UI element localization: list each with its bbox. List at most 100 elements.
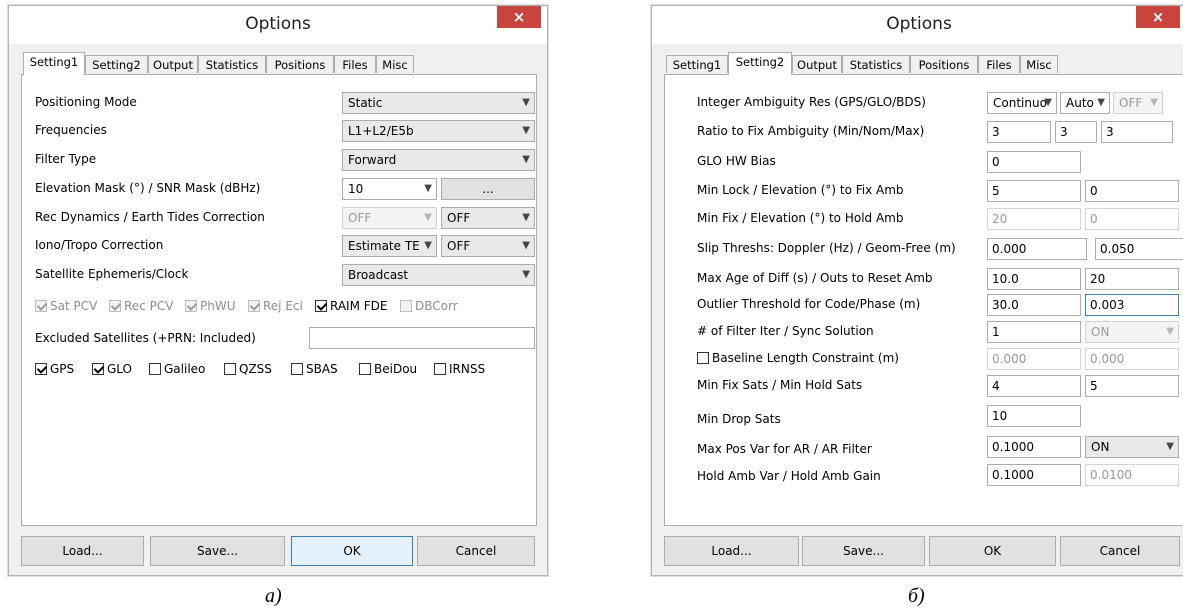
- hold-amb-gain-input[interactable]: 0.0100: [1085, 464, 1179, 486]
- tab-positions[interactable]: Positions: [910, 55, 978, 73]
- tab-output[interactable]: Output: [792, 55, 842, 73]
- qzss-checkbox[interactable]: QZSS: [224, 362, 272, 376]
- baseline-sigma-input[interactable]: 0.000: [1085, 348, 1179, 370]
- ambiguity-res-gps-select[interactable]: Continuo ▼: [987, 92, 1057, 114]
- ok-button[interactable]: OK: [929, 536, 1056, 566]
- tab-output[interactable]: Output: [148, 55, 198, 73]
- cancel-button[interactable]: Cancel: [417, 536, 535, 566]
- phwu-checkbox[interactable]: PhWU: [185, 299, 236, 313]
- checkbox-icon: [35, 300, 47, 312]
- checkbox-icon: [697, 352, 709, 364]
- tab-setting1[interactable]: Setting1: [666, 55, 728, 73]
- window-title: Options: [886, 14, 952, 34]
- iono-correction-value: Estimate TE: [348, 239, 420, 253]
- elevation-fix-amb-input[interactable]: 0: [1085, 180, 1179, 202]
- tab-setting2[interactable]: Setting2: [85, 55, 148, 73]
- tab-setting2[interactable]: Setting2: [728, 52, 792, 75]
- glo-hw-bias-input[interactable]: 0: [987, 151, 1081, 173]
- snr-mask-button[interactable]: ...: [441, 178, 535, 200]
- ratio-fix-max-input[interactable]: 3: [1101, 121, 1173, 143]
- ephemeris-select[interactable]: Broadcast ▼: [342, 264, 535, 286]
- outlier-code-input[interactable]: 30.0: [987, 294, 1081, 316]
- load-button[interactable]: Load...: [21, 536, 144, 566]
- max-pos-var-input[interactable]: 0.1000: [987, 436, 1081, 458]
- load-button[interactable]: Load...: [664, 536, 799, 566]
- tab-setting1[interactable]: Setting1: [23, 52, 85, 75]
- sbas-checkbox[interactable]: SBAS: [291, 362, 338, 376]
- min-lock-label: Min Lock / Elevation (°) to Fix Amb: [697, 183, 904, 197]
- min-sats-label: Min Fix Sats / Min Hold Sats: [697, 378, 863, 392]
- sync-solution-select[interactable]: ON ▼: [1085, 321, 1179, 343]
- filter-type-select[interactable]: Forward ▼: [342, 149, 535, 171]
- max-age-label: Max Age of Diff (s) / Outs to Reset Amb: [697, 271, 933, 285]
- ambiguity-res-glo-value: Auto: [1066, 96, 1094, 110]
- positioning-mode-select[interactable]: Static ▼: [342, 92, 535, 114]
- close-button[interactable]: ×: [1136, 6, 1180, 28]
- baseline-constraint-checkbox[interactable]: Baseline Length Constraint (m): [697, 351, 899, 365]
- title-bar[interactable]: Options ×: [9, 6, 547, 44]
- slip-geom-free-input[interactable]: 0.050: [1095, 238, 1183, 260]
- elevation-mask-label: Elevation Mask (°) / SNR Mask (dBHz): [35, 181, 261, 195]
- tab-files[interactable]: Files: [334, 55, 376, 73]
- glo-checkbox[interactable]: GLO: [92, 362, 132, 376]
- tab-files[interactable]: Files: [978, 55, 1020, 73]
- tab-misc[interactable]: Misc: [376, 55, 414, 73]
- rec-dynamics-select[interactable]: OFF ▼: [342, 207, 437, 229]
- title-bar[interactable]: Options ×: [652, 6, 1183, 44]
- ambiguity-res-gps-value: Continuo: [993, 96, 1047, 110]
- hold-amb-var-input[interactable]: 0.1000: [987, 464, 1081, 486]
- min-fix-input[interactable]: 20: [987, 208, 1081, 230]
- sat-pcv-checkbox[interactable]: Sat PCV: [35, 299, 97, 313]
- elevation-hold-amb-input[interactable]: 0: [1085, 208, 1179, 230]
- close-button[interactable]: ×: [497, 6, 541, 28]
- raim-fde-checkbox[interactable]: RAIM FDE: [315, 299, 388, 313]
- min-drop-input[interactable]: 10: [987, 405, 1081, 427]
- irnss-checkbox[interactable]: IRNSS: [434, 362, 485, 376]
- options-dialog-setting1: Options × Setting1 Setting2 Output Stati…: [8, 5, 548, 576]
- tab-positions[interactable]: Positions: [266, 55, 334, 73]
- slip-doppler-input[interactable]: 0.000: [987, 238, 1087, 260]
- tropo-correction-select[interactable]: OFF ▼: [441, 235, 535, 257]
- frequencies-select[interactable]: L1+L2/E5b ▼: [342, 120, 535, 142]
- save-button[interactable]: Save...: [150, 536, 285, 566]
- outlier-phase-input[interactable]: 0.003: [1085, 294, 1179, 316]
- iono-correction-select[interactable]: Estimate TE ▼: [342, 235, 437, 257]
- galileo-checkbox[interactable]: Galileo: [149, 362, 205, 376]
- ratio-fix-nom-input[interactable]: 3: [1055, 121, 1097, 143]
- sync-solution-value: ON: [1091, 325, 1110, 339]
- rej-ecl-checkbox[interactable]: Rej Ecl: [248, 299, 303, 313]
- save-button[interactable]: Save...: [802, 536, 925, 566]
- rec-pcv-checkbox[interactable]: Rec PCV: [109, 299, 173, 313]
- ok-button[interactable]: OK: [291, 536, 413, 566]
- elevation-mask-select[interactable]: 10 ▼: [342, 178, 437, 200]
- galileo-label: Galileo: [164, 362, 206, 376]
- chevron-down-icon: ▼: [1044, 97, 1052, 108]
- tab-statistics[interactable]: Statistics: [198, 55, 266, 73]
- min-lock-input[interactable]: 5: [987, 180, 1081, 202]
- min-fix-sats-input[interactable]: 4: [987, 375, 1081, 397]
- earth-tides-select[interactable]: OFF ▼: [441, 207, 535, 229]
- tab-misc[interactable]: Misc: [1020, 55, 1058, 73]
- beidou-label: BeiDou: [374, 362, 418, 376]
- excluded-satellites-input[interactable]: [309, 327, 535, 349]
- ratio-fix-min-input[interactable]: 3: [987, 121, 1051, 143]
- ar-filter-select[interactable]: ON ▼: [1085, 436, 1179, 458]
- filter-iter-input[interactable]: 1: [987, 321, 1081, 343]
- max-age-input[interactable]: 10.0: [987, 268, 1081, 290]
- checkbox-icon: [359, 363, 371, 375]
- tab-statistics[interactable]: Statistics: [842, 55, 910, 73]
- ambiguity-res-glo-select[interactable]: Auto ▼: [1060, 92, 1110, 114]
- beidou-checkbox[interactable]: BeiDou: [359, 362, 417, 376]
- cancel-button[interactable]: Cancel: [1060, 536, 1180, 566]
- ambiguity-res-bds-value: OFF: [1119, 96, 1143, 110]
- min-hold-sats-input[interactable]: 5: [1085, 375, 1179, 397]
- outs-reset-amb-input[interactable]: 20: [1085, 268, 1179, 290]
- outlier-label: Outlier Threshold for Code/Phase (m): [697, 297, 921, 311]
- baseline-length-input[interactable]: 0.000: [987, 348, 1081, 370]
- gps-checkbox[interactable]: GPS: [35, 362, 74, 376]
- window-title: Options: [245, 14, 311, 34]
- dbcorr-checkbox[interactable]: DBCorr: [400, 299, 458, 313]
- ambiguity-res-bds-select[interactable]: OFF ▼: [1113, 92, 1163, 114]
- chevron-down-icon: ▼: [522, 97, 530, 108]
- chevron-down-icon: ▼: [522, 125, 530, 136]
